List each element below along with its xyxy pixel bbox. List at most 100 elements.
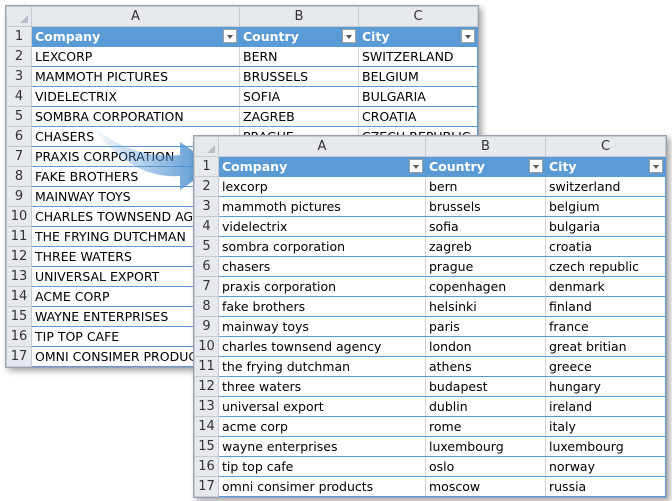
cell[interactable]: london <box>425 336 546 357</box>
filter-dropdown-icon[interactable] <box>529 159 543 173</box>
column-header-A[interactable]: A <box>218 136 426 157</box>
table-header-cell[interactable]: Company <box>31 26 240 47</box>
cell[interactable]: finland <box>545 296 666 317</box>
cell[interactable]: mainway toys <box>218 316 426 337</box>
row-header[interactable]: 4 <box>194 216 219 237</box>
cell[interactable]: charles townsend agency <box>218 336 426 357</box>
row-header[interactable]: 3 <box>6 66 32 87</box>
cell[interactable]: oslo <box>425 456 546 477</box>
row-header[interactable]: 9 <box>6 186 32 207</box>
cell[interactable]: copenhagen <box>425 276 546 297</box>
cell[interactable]: MAMMOTH PICTURES <box>31 66 240 87</box>
cell[interactable]: the frying dutchman <box>218 356 426 377</box>
column-header-B[interactable]: B <box>425 136 546 157</box>
cell[interactable]: BERN <box>239 46 359 67</box>
cell[interactable]: prague <box>425 256 546 277</box>
cell[interactable]: dublin <box>425 396 546 417</box>
row-header[interactable]: 15 <box>194 436 219 457</box>
cell[interactable]: croatia <box>545 236 666 257</box>
row-header[interactable]: 7 <box>194 276 219 297</box>
table-header-cell[interactable]: City <box>545 156 666 177</box>
column-header-A[interactable]: A <box>31 6 240 27</box>
row-header[interactable]: 9 <box>194 316 219 337</box>
row-header[interactable]: 15 <box>6 306 32 327</box>
cell[interactable]: bern <box>425 176 546 197</box>
row-header[interactable]: 1 <box>194 156 219 177</box>
cell[interactable]: omni consimer products <box>218 476 426 497</box>
row-header[interactable]: 16 <box>6 326 32 347</box>
cell[interactable]: hungary <box>545 376 666 397</box>
cell[interactable]: videlectrix <box>218 216 426 237</box>
row-header[interactable]: 6 <box>6 126 32 147</box>
row-header[interactable]: 6 <box>194 256 219 277</box>
filter-dropdown-icon[interactable] <box>409 159 423 173</box>
select-all-corner[interactable] <box>194 136 219 157</box>
row-header[interactable]: 7 <box>6 146 32 167</box>
cell[interactable]: ireland <box>545 396 666 417</box>
row-header[interactable]: 16 <box>194 456 219 477</box>
cell[interactable]: athens <box>425 356 546 377</box>
cell[interactable]: ZAGREB <box>239 106 359 127</box>
select-all-corner[interactable] <box>6 6 32 27</box>
row-header[interactable]: 12 <box>194 376 219 397</box>
filter-dropdown-icon[interactable] <box>461 29 475 43</box>
row-header[interactable]: 14 <box>6 286 32 307</box>
row-header[interactable]: 11 <box>6 226 32 247</box>
row-header[interactable]: 5 <box>194 236 219 257</box>
cell[interactable]: rome <box>425 416 546 437</box>
cell[interactable]: VIDELECTRIX <box>31 86 240 107</box>
column-header-C[interactable]: C <box>358 6 478 27</box>
cell[interactable]: italy <box>545 416 666 437</box>
cell[interactable]: budapest <box>425 376 546 397</box>
row-header[interactable]: 1 <box>6 26 32 47</box>
cell[interactable]: chasers <box>218 256 426 277</box>
table-header-cell[interactable]: Country <box>425 156 546 177</box>
row-header[interactable]: 2 <box>194 176 219 197</box>
cell[interactable]: SOFIA <box>239 86 359 107</box>
cell[interactable]: switzerland <box>545 176 666 197</box>
column-header-B[interactable]: B <box>239 6 359 27</box>
cell[interactable]: three waters <box>218 376 426 397</box>
cell[interactable]: fake brothers <box>218 296 426 317</box>
cell[interactable]: lexcorp <box>218 176 426 197</box>
column-header-C[interactable]: C <box>545 136 666 157</box>
row-header[interactable]: 3 <box>194 196 219 217</box>
row-header[interactable]: 11 <box>194 356 219 377</box>
row-header[interactable]: 12 <box>6 246 32 267</box>
cell[interactable]: luxembourg <box>545 436 666 457</box>
cell[interactable]: CROATIA <box>358 106 478 127</box>
row-header[interactable]: 8 <box>6 166 32 187</box>
row-header[interactable]: 14 <box>194 416 219 437</box>
row-header[interactable]: 17 <box>194 476 219 497</box>
cell[interactable]: BELGIUM <box>358 66 478 87</box>
table-header-cell[interactable]: Country <box>239 26 359 47</box>
row-header[interactable]: 5 <box>6 106 32 127</box>
table-header-cell[interactable]: Company <box>218 156 426 177</box>
filter-dropdown-icon[interactable] <box>649 159 663 173</box>
cell[interactable]: LEXCORP <box>31 46 240 67</box>
cell[interactable]: sofia <box>425 216 546 237</box>
cell[interactable]: norway <box>545 456 666 477</box>
cell[interactable]: BULGARIA <box>358 86 478 107</box>
cell[interactable]: BRUSSELS <box>239 66 359 87</box>
cell[interactable]: paris <box>425 316 546 337</box>
cell[interactable]: luxembourg <box>425 436 546 457</box>
cell[interactable]: belgium <box>545 196 666 217</box>
table-header-cell[interactable]: City <box>358 26 478 47</box>
filter-dropdown-icon[interactable] <box>223 29 237 43</box>
row-header[interactable]: 17 <box>6 346 32 367</box>
cell[interactable]: praxis corporation <box>218 276 426 297</box>
cell[interactable]: SWITZERLAND <box>358 46 478 67</box>
cell[interactable]: acme corp <box>218 416 426 437</box>
cell[interactable]: universal export <box>218 396 426 417</box>
row-header[interactable]: 2 <box>6 46 32 67</box>
cell[interactable]: zagreb <box>425 236 546 257</box>
cell[interactable]: greece <box>545 356 666 377</box>
cell[interactable]: great britian <box>545 336 666 357</box>
row-header[interactable]: 13 <box>6 266 32 287</box>
cell[interactable]: brussels <box>425 196 546 217</box>
row-header[interactable]: 13 <box>194 396 219 417</box>
cell[interactable]: czech republic <box>545 256 666 277</box>
cell[interactable]: bulgaria <box>545 216 666 237</box>
cell[interactable]: moscow <box>425 476 546 497</box>
